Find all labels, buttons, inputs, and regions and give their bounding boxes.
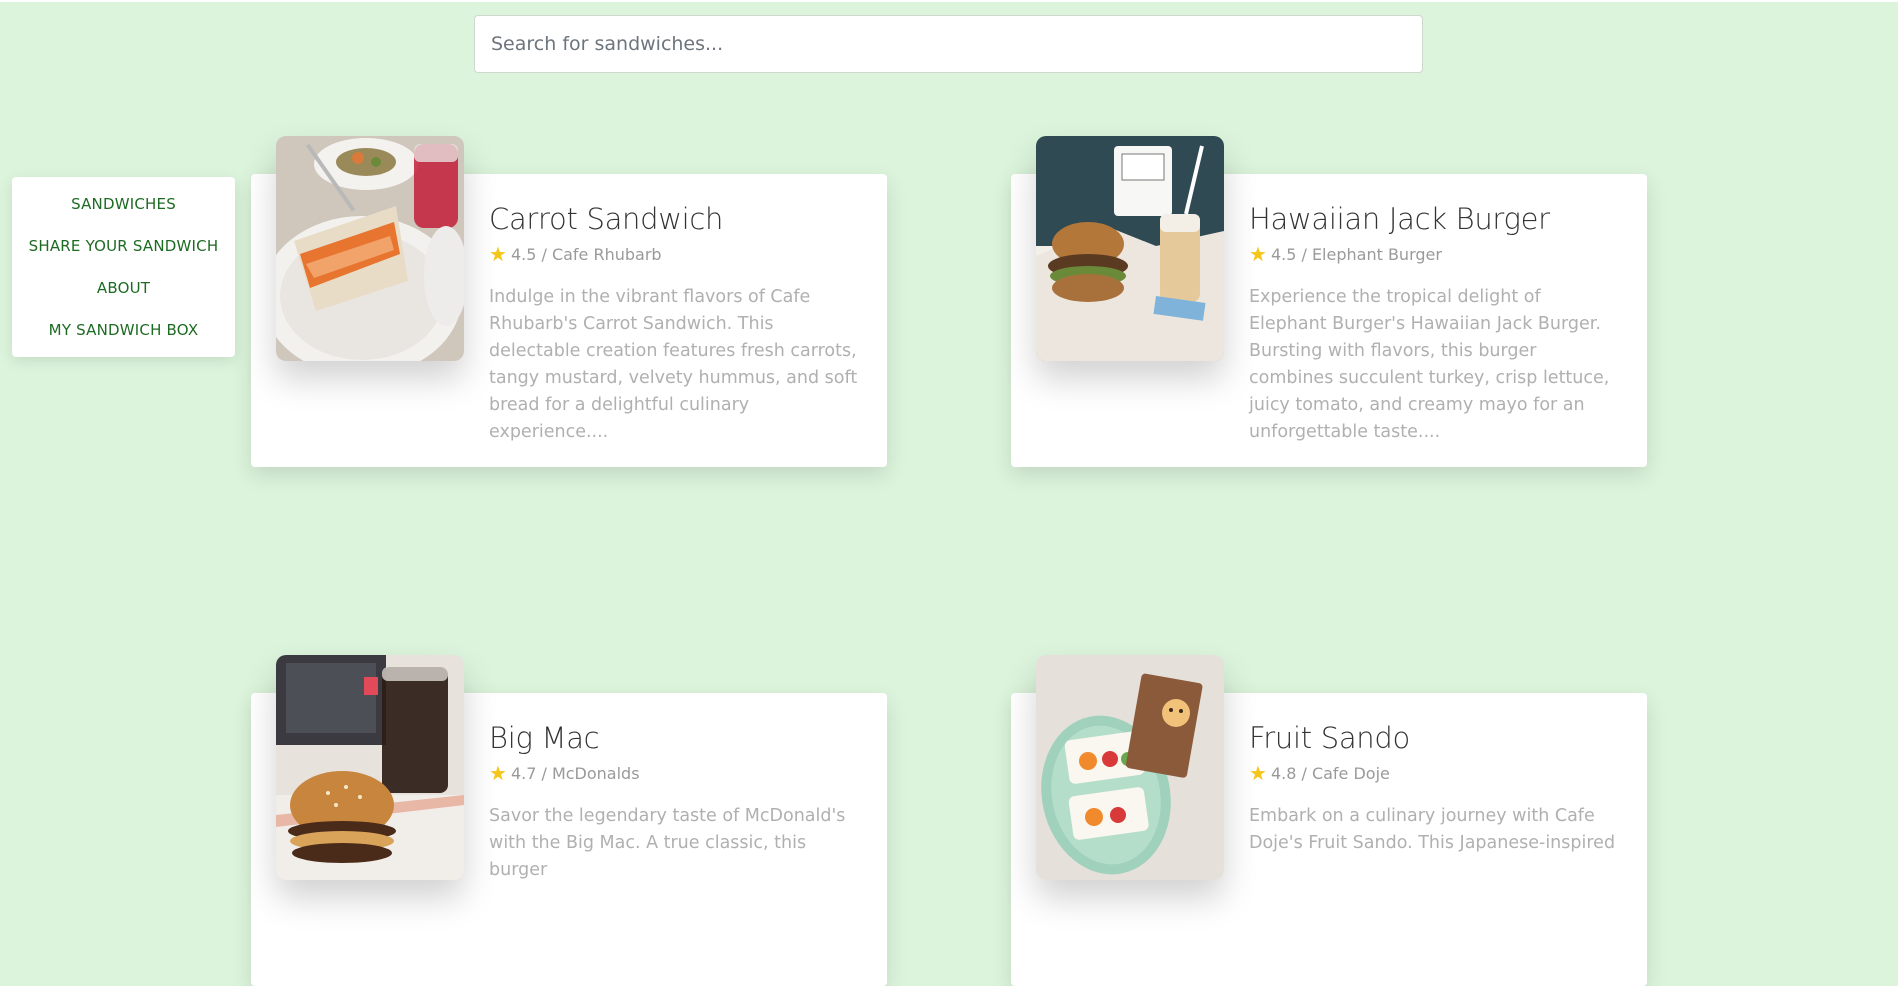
sandwich-card[interactable]: Fruit Sando ★ 4.8 / Cafe Doje Embark on … [1011, 655, 1647, 986]
rating-text: 4.5 / Cafe Rhubarb [510, 244, 662, 264]
star-icon: ★ [489, 761, 507, 785]
sandwich-photo[interactable] [1036, 136, 1224, 361]
card-description: Savor the legendary taste of McDonald's … [489, 806, 846, 880]
sandwich-photo[interactable] [276, 655, 464, 880]
star-icon: ★ [1249, 761, 1267, 785]
search-input[interactable] [474, 15, 1423, 73]
card-rating: ★ 4.8 / Cafe Doje [1249, 763, 1619, 783]
nav-my-sandwich-box[interactable]: MY SANDWICH BOX [49, 321, 199, 339]
nav-about[interactable]: ABOUT [97, 279, 150, 297]
card-title[interactable]: Big Mac [489, 721, 859, 755]
card-title[interactable]: Hawaiian Jack Burger [1249, 202, 1619, 236]
card-description: Indulge in the vibrant flavors of Cafe R… [489, 287, 858, 442]
nav-share-your-sandwich[interactable]: SHARE YOUR SANDWICH [29, 237, 219, 255]
sandwich-card[interactable]: Big Mac ★ 4.7 / McDonalds Savor the lege… [251, 655, 887, 986]
rating-text: 4.5 / Elephant Burger [1270, 244, 1442, 264]
star-icon: ★ [489, 242, 507, 266]
rating-text: 4.7 / McDonalds [510, 763, 640, 783]
sandwich-card[interactable]: Hawaiian Jack Burger ★ 4.5 / Elephant Bu… [1011, 136, 1647, 467]
sandwich-photo[interactable] [276, 136, 464, 361]
card-title[interactable]: Fruit Sando [1249, 721, 1619, 755]
rating-text: 4.8 / Cafe Doje [1270, 763, 1390, 783]
star-icon: ★ [1249, 242, 1267, 266]
top-border [0, 0, 1898, 2]
card-description: Embark on a culinary journey with Cafe D… [1249, 806, 1616, 853]
card-title[interactable]: Carrot Sandwich [489, 202, 859, 236]
sandwich-card[interactable]: Carrot Sandwich ★ 4.5 / Cafe Rhubarb Ind… [251, 136, 887, 467]
card-rating: ★ 4.5 / Cafe Rhubarb [489, 244, 859, 264]
card-rating: ★ 4.5 / Elephant Burger [1249, 244, 1619, 264]
sandwich-photo[interactable] [1036, 655, 1224, 880]
nav-sandwiches[interactable]: SANDWICHES [71, 195, 176, 213]
card-description: Experience the tropical delight of Eleph… [1249, 287, 1610, 442]
side-nav: SANDWICHES SHARE YOUR SANDWICH ABOUT MY … [12, 177, 235, 357]
card-rating: ★ 4.7 / McDonalds [489, 763, 859, 783]
